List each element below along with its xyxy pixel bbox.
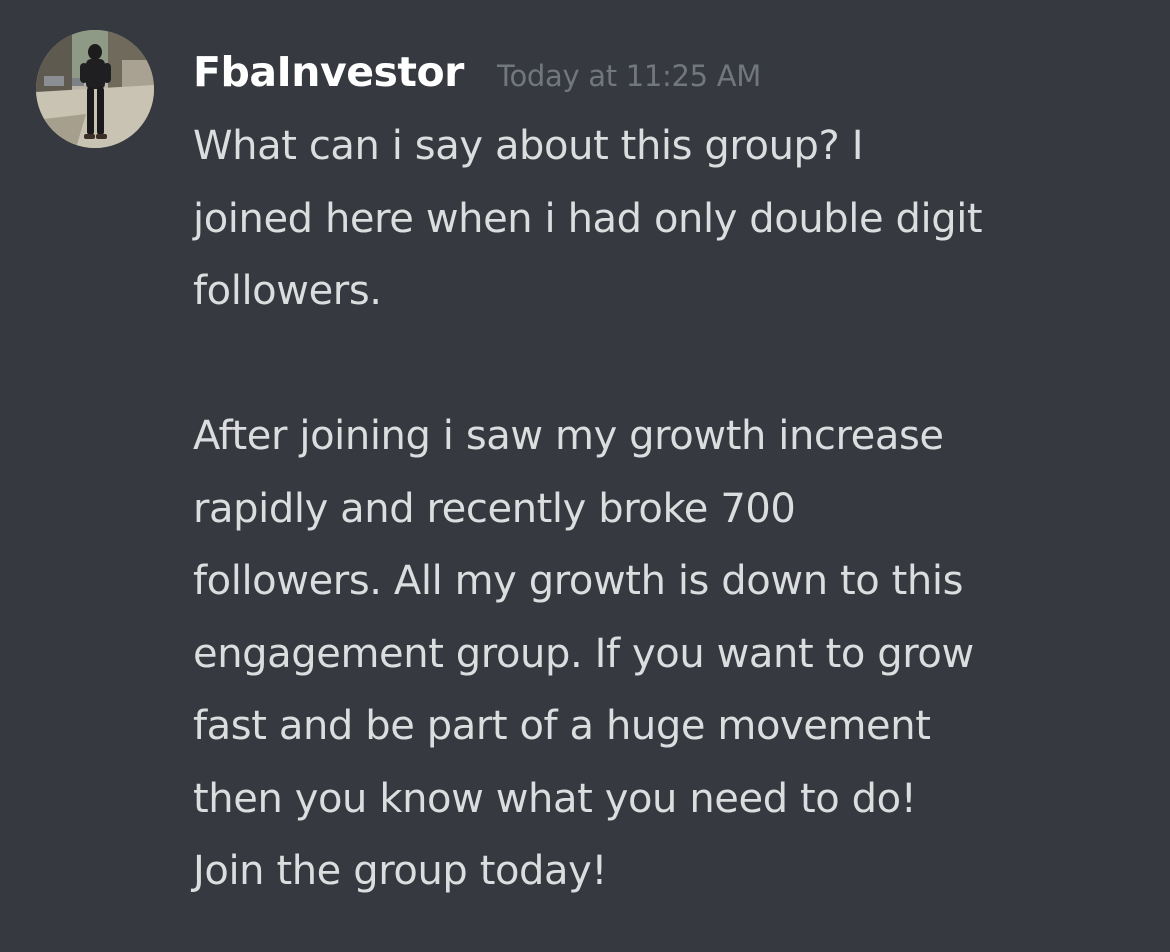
message-line: After joining i saw my growth increase xyxy=(193,413,944,459)
username[interactable]: FbaInvestor xyxy=(193,44,464,100)
message-line: followers. All my growth is down to this xyxy=(193,558,964,604)
timestamp[interactable]: Today at 11:25 AM xyxy=(497,48,761,104)
user-avatar-photo-icon xyxy=(36,30,154,148)
message-header: FbaInvestor Today at 11:25 AM xyxy=(193,44,761,100)
message-line: joined here when i had only double digit xyxy=(193,195,983,242)
message-content: What can i say about this group? I joine… xyxy=(193,110,1153,908)
message-line: then you know what you need to do! xyxy=(193,775,917,822)
message-line: What can i say about this group? I xyxy=(193,123,864,169)
chat-message: FbaInvestor Today at 11:25 AM What can i… xyxy=(0,0,1170,952)
message-line: rapidly and recently broke 700 xyxy=(193,485,796,532)
avatar[interactable] xyxy=(36,30,154,148)
message-line: Join the group today! xyxy=(193,848,608,894)
message-line: fast and be part of a huge movement xyxy=(193,703,931,749)
message-line: followers. xyxy=(193,268,382,314)
message-line: engagement group. If you want to grow xyxy=(193,630,974,677)
